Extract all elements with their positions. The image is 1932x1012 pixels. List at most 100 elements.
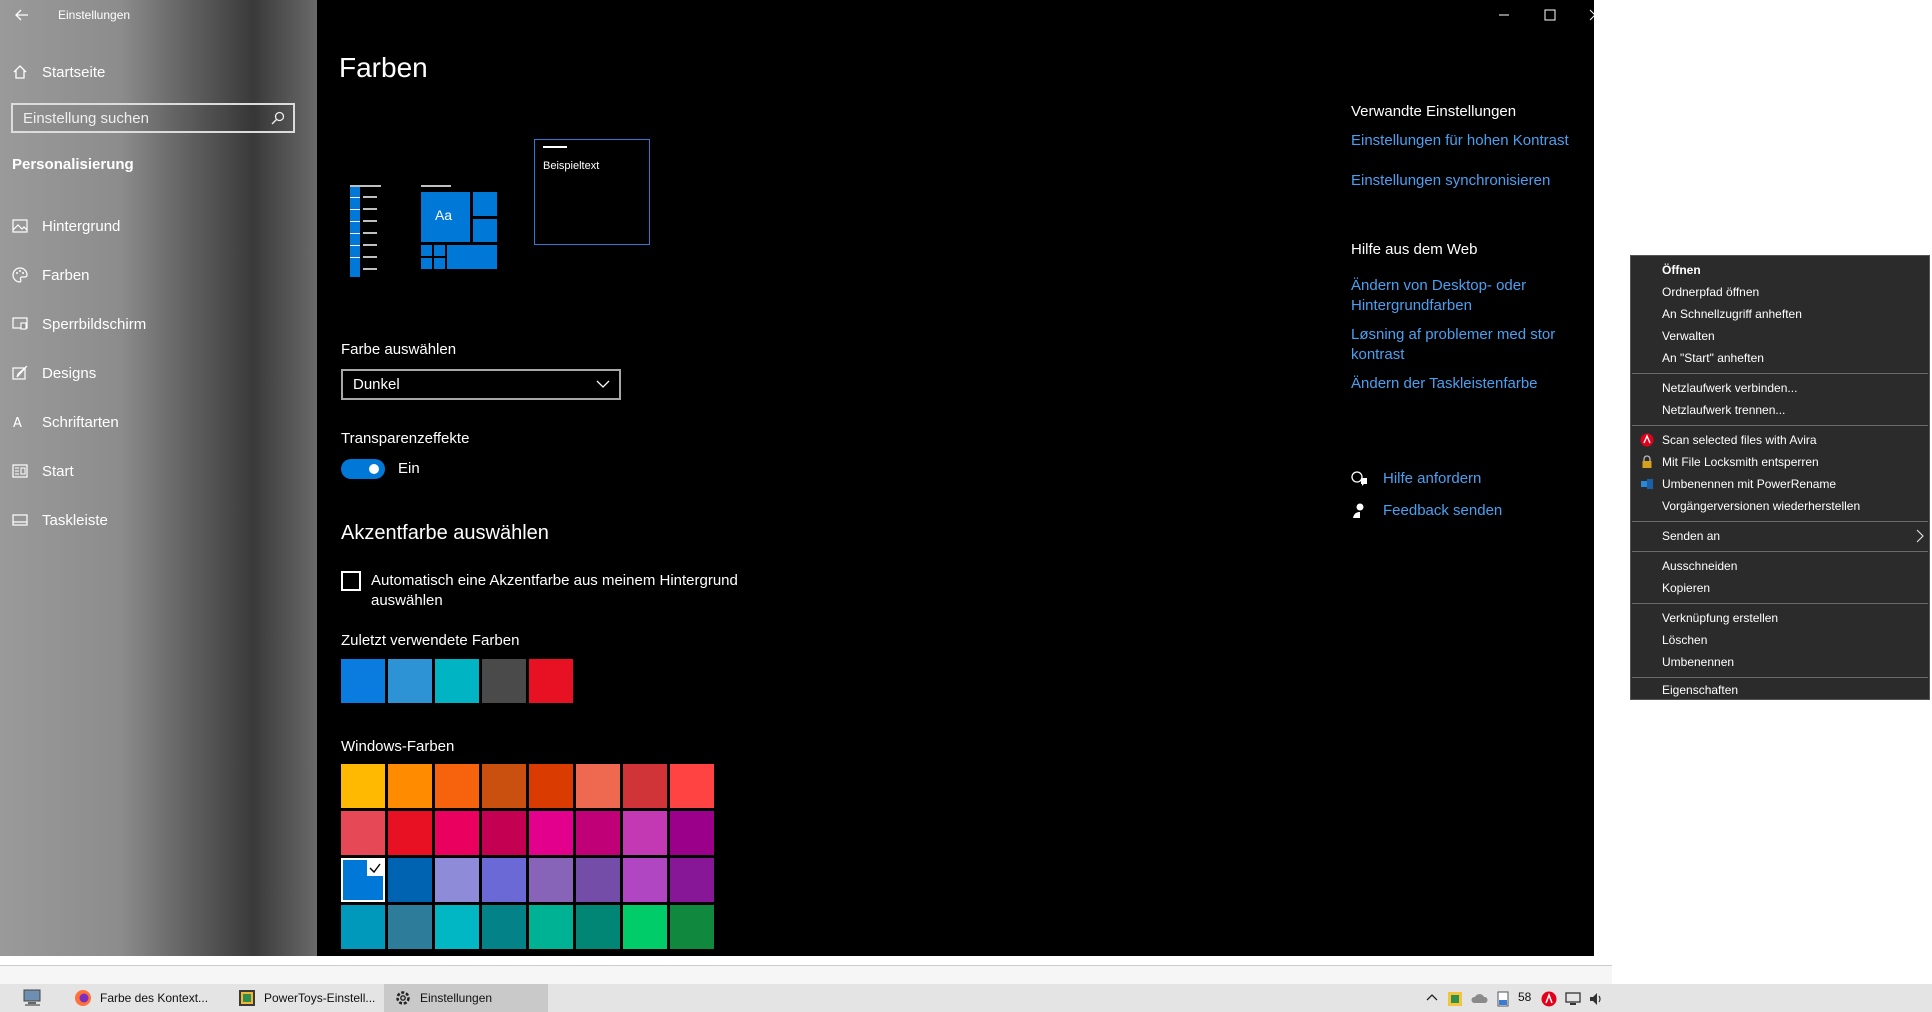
volume-icon[interactable] [1588,991,1604,1007]
lock-icon [1642,455,1652,468]
windows-color-swatch[interactable] [576,811,620,855]
menu-item-pin-quick-access[interactable]: An Schnellzugriff anheften [1631,304,1929,324]
menu-item-cut[interactable]: Ausschneiden [1631,556,1929,576]
taskbar-app-firefox[interactable]: Farbe des Kontext... [64,984,224,1012]
windows-color-swatch[interactable] [482,858,526,902]
windows-color-swatch[interactable] [670,905,714,949]
windows-color-swatch[interactable] [482,811,526,855]
windows-color-swatch[interactable] [623,764,667,808]
sidebar-item-taskleiste[interactable]: Taskleiste [12,508,108,532]
windows-color-swatch[interactable] [623,811,667,855]
sidebar-item-schriftarten[interactable]: A Schriftarten [12,410,119,434]
windows-color-swatch[interactable] [529,764,573,808]
windows-color-swatch[interactable] [670,811,714,855]
recent-color-swatch[interactable] [482,659,526,703]
windows-color-swatch[interactable] [341,811,385,855]
windows-color-swatch[interactable] [529,811,573,855]
menu-item-properties[interactable]: Eigenschaften [1631,680,1929,700]
windows-color-swatch[interactable] [529,858,573,902]
palette-icon [12,267,28,283]
windows-color-swatch[interactable] [388,764,432,808]
high-contrast-link[interactable]: Einstellungen für hohen Kontrast [1351,131,1569,151]
get-help-link[interactable]: Hilfe anfordern [1351,470,1481,487]
menu-item-open[interactable]: Öffnen [1631,260,1929,280]
tray-overflow-icon[interactable] [1426,991,1438,1005]
windows-color-swatch[interactable] [482,905,526,949]
web-help-link-desktop-colors[interactable]: Ändern von Desktop- oder Hintergrundfarb… [1351,276,1591,316]
windows-color-swatch[interactable] [341,858,385,902]
sidebar-item-farben[interactable]: Farben [12,263,90,287]
windows-color-swatch[interactable] [623,905,667,949]
windows-color-swatch[interactable] [435,858,479,902]
menu-item-manage[interactable]: Verwalten [1631,326,1929,346]
recent-color-swatch[interactable] [435,659,479,703]
taskbar-app-powertoys[interactable]: PowerToys-Einstell... [228,984,376,1012]
menu-item-delete[interactable]: Löschen [1631,630,1929,650]
feedback-link[interactable]: Feedback senden [1351,502,1502,519]
windows-color-swatch[interactable] [435,764,479,808]
transparency-toggle[interactable] [341,459,385,479]
back-button[interactable] [8,2,36,28]
windows-color-swatch[interactable] [576,905,620,949]
show-desktop-button[interactable] [18,984,52,1012]
minimize-button[interactable] [1481,0,1527,30]
windows-color-swatch[interactable] [576,858,620,902]
settings-window: Einstellungen Startseite Einstellung suc… [0,0,1601,956]
avira-tray-icon[interactable] [1541,991,1557,1007]
tray-drive-icon[interactable] [1496,991,1510,1007]
sidebar-item-label: Startseite [42,63,106,81]
tray-cloud-icon[interactable] [1470,991,1488,1005]
menu-item-powerrename[interactable]: Umbenennen mit PowerRename [1631,474,1929,494]
windows-color-swatch[interactable] [341,764,385,808]
menu-item-file-locksmith[interactable]: Mit File Locksmith entsperren [1631,452,1929,472]
auto-accent-checkbox[interactable] [341,571,361,591]
network-icon[interactable] [1564,991,1582,1007]
windows-color-swatch[interactable] [482,764,526,808]
windows-color-swatch[interactable] [670,764,714,808]
menu-item-label: Mit File Locksmith entsperren [1662,455,1819,469]
sidebar-item-hintergrund[interactable]: Hintergrund [12,214,120,238]
color-mode-dropdown[interactable]: Dunkel [341,369,621,400]
lockscreen-icon [12,317,28,330]
get-help-label: Hilfe anfordern [1383,470,1482,487]
windows-color-swatch[interactable] [435,905,479,949]
search-input[interactable]: Einstellung suchen [11,103,295,133]
recent-color-swatch[interactable] [388,659,432,703]
menu-item-pin-start[interactable]: An "Start" anheften [1631,348,1929,368]
sidebar-item-home[interactable]: Startseite [12,60,105,84]
menu-item-disconnect-drive[interactable]: Netzlaufwerk trennen... [1631,400,1929,420]
web-help-link-contrast[interactable]: Løsning af problemer med stor kontrast [1351,325,1591,365]
menu-item-restore-versions[interactable]: Vorgängerversionen wiederherstellen [1631,496,1929,516]
taskbar: Farbe des Kontext... PowerToys-Einstell.… [0,984,1932,1012]
sync-settings-link[interactable]: Einstellungen synchronisieren [1351,171,1550,191]
windows-color-swatch[interactable] [529,905,573,949]
menu-item-copy[interactable]: Kopieren [1631,578,1929,598]
recent-color-swatch[interactable] [341,659,385,703]
recent-color-swatch[interactable] [529,659,573,703]
sidebar-item-designs[interactable]: Designs [12,361,96,385]
windows-color-swatch[interactable] [435,811,479,855]
menu-item-create-shortcut[interactable]: Verknüpfung erstellen [1631,608,1929,628]
windows-color-swatch[interactable] [623,858,667,902]
maximize-button[interactable] [1527,0,1573,30]
feedback-icon [1353,503,1364,518]
menu-item-map-drive[interactable]: Netzlaufwerk verbinden... [1631,378,1929,398]
menu-separator [1632,551,1928,552]
sidebar-item-sperrbildschirm[interactable]: Sperrbildschirm [12,312,146,336]
windows-color-swatch[interactable] [341,905,385,949]
windows-color-swatch[interactable] [388,858,432,902]
close-button[interactable] [1573,0,1617,30]
menu-item-avira-scan[interactable]: Scan selected files with Avira [1631,430,1929,450]
tray-app-icon[interactable] [1447,991,1463,1007]
menu-item-send-to[interactable]: Senden an [1631,526,1929,546]
web-help-link-taskbar-color[interactable]: Ändern der Taskleistenfarbe [1351,374,1538,394]
windows-color-swatch[interactable] [388,905,432,949]
menu-item-open-folder-path[interactable]: Ordnerpfad öffnen [1631,282,1929,302]
windows-color-swatch[interactable] [576,764,620,808]
minimize-icon [1499,14,1509,16]
windows-color-swatch[interactable] [388,811,432,855]
sidebar-item-start[interactable]: Start [12,459,74,483]
taskbar-app-settings[interactable]: Einstellungen [384,984,548,1012]
menu-item-rename[interactable]: Umbenennen [1631,652,1929,672]
windows-color-swatch[interactable] [670,858,714,902]
